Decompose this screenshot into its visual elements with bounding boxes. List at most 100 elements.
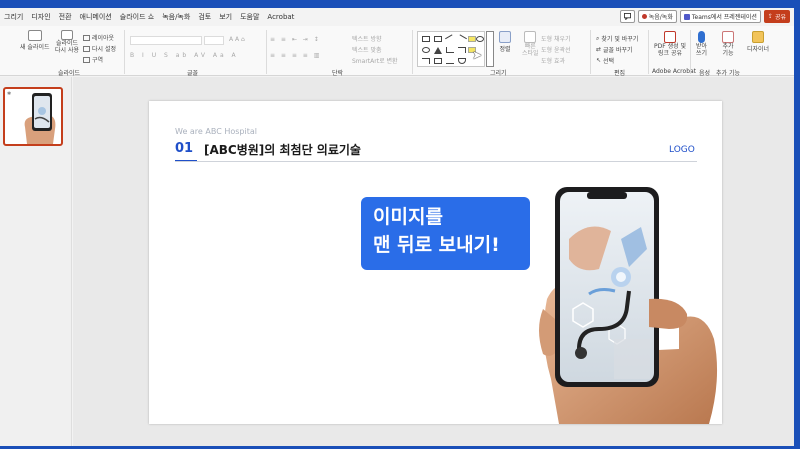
addins-button[interactable]: 추가 기능 — [722, 31, 734, 57]
ribbon-divider — [412, 30, 413, 74]
triangle-shape-icon[interactable] — [434, 47, 442, 54]
oval-shape-icon[interactable] — [476, 36, 484, 42]
tab-help[interactable]: 도움말 — [236, 12, 263, 22]
tab-transitions[interactable]: 전환 — [55, 12, 76, 22]
shape-outline-button[interactable]: 도형 윤곽선 — [541, 45, 571, 54]
section-button[interactable]: 구역 — [83, 55, 103, 64]
slide-editor-canvas: We are ABC Hospital 01 [ABC병원]의 최첨단 의료기술… — [73, 77, 794, 446]
rectangle-shape-icon[interactable] — [434, 58, 442, 64]
tab-view[interactable]: 보기 — [215, 12, 236, 22]
curve-shape-icon[interactable] — [458, 58, 466, 64]
reuse-label-1: 슬라이드 — [55, 40, 79, 47]
font-size-box[interactable] — [204, 36, 224, 45]
replace-button[interactable]: ⇄ 글꼴 바꾸기 — [596, 45, 633, 54]
elbow-connector-icon[interactable] — [446, 47, 454, 53]
new-slide-button[interactable]: 새 슬라이드 — [20, 30, 50, 51]
tab-record[interactable]: 녹음/녹화 — [158, 12, 194, 22]
acrobat-label-1: PDF 생성 및 — [654, 43, 687, 50]
dictate-button[interactable]: 받아 쓰기 — [696, 31, 707, 57]
select-button[interactable]: ↖ 선택 — [596, 56, 614, 65]
group-label-font: 글꼴 — [187, 70, 199, 77]
title-divider — [175, 161, 697, 162]
font-grow-icons[interactable]: A A ⌂ — [229, 36, 245, 43]
slide-thumbnail-1[interactable]: ✱ — [3, 87, 63, 146]
group-label-editing: 편집 — [614, 70, 626, 77]
layout-label: 레이아웃 — [92, 35, 115, 42]
group-label-voice: 음성 — [699, 70, 711, 77]
new-slide-label: 새 슬라이드 — [20, 44, 50, 51]
slide[interactable]: We are ABC Hospital 01 [ABC병원]의 최첨단 의료기술… — [149, 101, 722, 424]
shape-fill-button[interactable]: 도형 채우기 — [541, 34, 571, 43]
designer-icon — [752, 31, 765, 43]
phone-in-hand-image[interactable] — [529, 179, 722, 424]
rectangle-shape-icon[interactable] — [422, 36, 430, 42]
line-shape-icon[interactable] — [445, 34, 455, 44]
find-button[interactable]: ⌕ 찾기 및 바꾸기 — [596, 34, 638, 44]
slide-thumbnails-pane: ✱ — [0, 77, 72, 446]
record-label: 녹음/녹화 — [648, 14, 673, 21]
shape-effects-label: 도형 효과 — [541, 58, 565, 65]
rectangle-shape-icon[interactable] — [434, 36, 442, 42]
tab-slideshow[interactable]: 슬라이드 쇼 — [116, 12, 158, 22]
record-icon — [641, 14, 647, 19]
tab-design[interactable]: 디자인 — [27, 12, 54, 22]
logo-placeholder[interactable]: LOGO — [669, 145, 695, 155]
reuse-slide-icon — [61, 30, 73, 40]
new-slide-icon — [27, 30, 42, 41]
slide-number[interactable]: 01 — [175, 141, 193, 156]
record-button[interactable]: 녹음/녹화 — [637, 10, 677, 23]
create-pdf-button[interactable]: PDF 생성 및 링크 공유 — [654, 31, 686, 57]
comment-icon — [623, 13, 631, 20]
text-direction-button[interactable]: 텍스트 방향 — [352, 34, 382, 43]
smartart-label: SmartArt로 변환 — [352, 58, 398, 65]
arrange-icon — [499, 31, 511, 43]
dictate-label-2: 쓰기 — [696, 50, 708, 57]
share-button[interactable]: ⇪ 공유 — [763, 10, 790, 23]
teams-present-button[interactable]: Teams에서 프레젠테이션 — [679, 10, 761, 23]
slide-kicker[interactable]: We are ABC Hospital — [175, 127, 257, 136]
bracket-shape-icon[interactable] — [422, 58, 430, 64]
line-shape-icon[interactable] — [457, 34, 467, 44]
group-label-paragraph: 단락 — [332, 70, 344, 77]
layout-button[interactable]: 레이아웃 — [83, 33, 114, 42]
comments-button[interactable] — [619, 10, 635, 23]
tab-review[interactable]: 검토 — [194, 12, 215, 22]
rectangle-shape-icon[interactable] — [468, 36, 476, 42]
elbow-connector-icon[interactable] — [458, 47, 466, 53]
shapes-more-button[interactable] — [486, 31, 494, 67]
reset-button[interactable]: 다시 설정 — [83, 44, 116, 53]
shape-effects-button[interactable]: 도형 효과 — [541, 56, 565, 65]
callout-box[interactable]: 이미지를 맨 뒤로 보내기! — [361, 197, 530, 270]
align-icons[interactable]: ≡ ≡ ≡ ≡ ▥ — [270, 52, 321, 59]
reuse-slides-button[interactable]: 슬라이드 다시 사용 — [55, 30, 79, 54]
font-style-icons[interactable]: B I U S ab AV Aa A — [130, 52, 239, 59]
text-align-button[interactable]: 텍스트 맞춤 — [352, 45, 382, 54]
slide-title[interactable]: [ABC병원]의 최첨단 의료기술 — [204, 141, 361, 158]
quick-styles-button[interactable]: 빠른 스타일 — [522, 31, 539, 57]
section-label: 구역 — [92, 57, 104, 64]
quick-styles-label-2: 스타일 — [522, 50, 539, 57]
callout-line-1: 이미지를 — [373, 206, 443, 228]
microphone-icon — [698, 31, 706, 43]
tab-draw[interactable]: 그리기 — [0, 12, 27, 22]
line-shape-icon[interactable] — [446, 58, 454, 64]
acrobat-label-2: 링크 공유 — [658, 50, 683, 57]
ribbon-divider — [690, 30, 691, 74]
text-direction-label: 텍스트 방향 — [352, 36, 382, 43]
arrange-button[interactable]: 정렬 — [499, 31, 511, 53]
reuse-label-2: 다시 사용 — [55, 47, 79, 54]
designer-button[interactable]: 디자이너 — [747, 31, 769, 53]
teams-label: Teams에서 프레젠테이션 — [691, 14, 757, 21]
share-icon: ⇪ — [767, 13, 773, 20]
tab-animations[interactable]: 애니메이션 — [76, 12, 116, 22]
quick-styles-icon — [524, 31, 537, 43]
list-icons[interactable]: ≡ ≡ ⇤ ⇥ ↕ — [270, 36, 321, 43]
oval-shape-icon[interactable] — [422, 47, 430, 53]
ribbon: 새 슬라이드 슬라이드 다시 사용 레이아웃 다시 설정 구역 슬라이드 A A… — [0, 26, 794, 77]
find-icon: ⌕ — [596, 34, 600, 42]
smartart-button[interactable]: SmartArt로 변환 — [352, 56, 398, 65]
addins-label-2: 기능 — [722, 50, 734, 57]
font-family-box[interactable] — [130, 36, 202, 45]
tab-acrobat[interactable]: Acrobat — [263, 13, 298, 21]
replace-icon: ⇄ — [596, 46, 602, 53]
